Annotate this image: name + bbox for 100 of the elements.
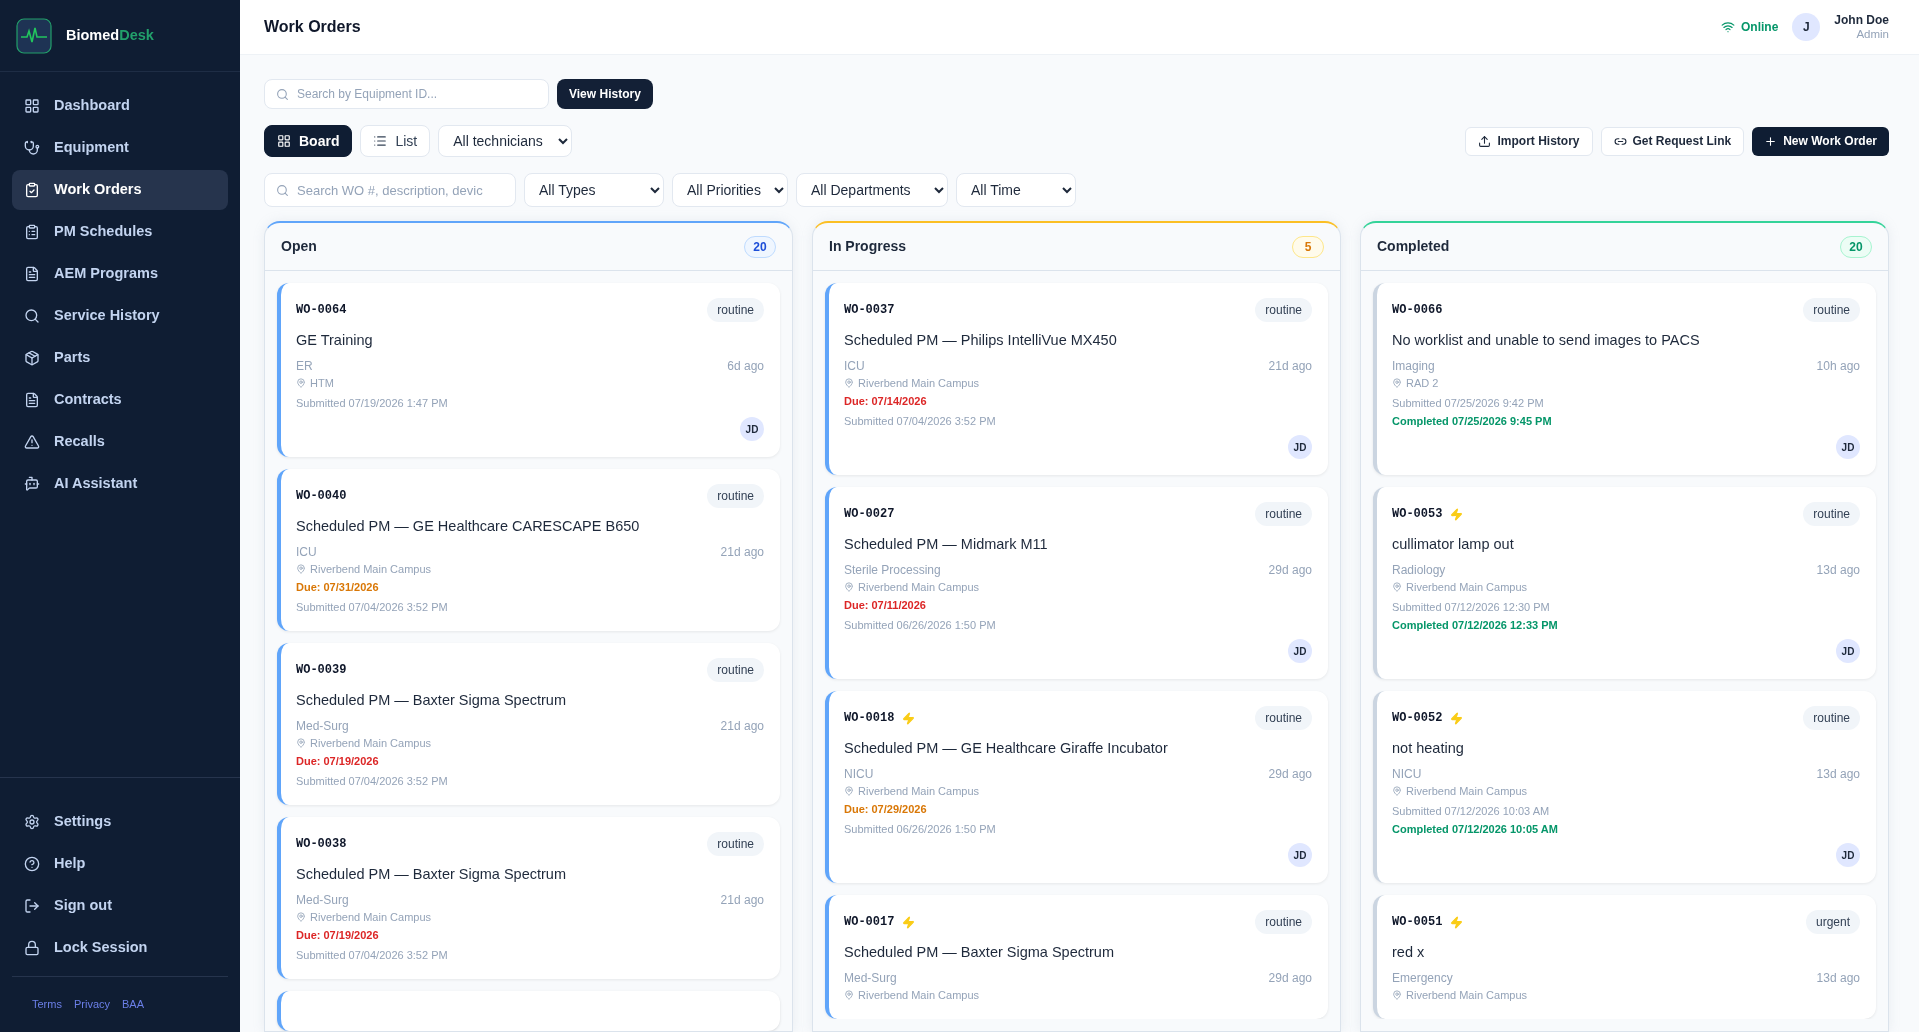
work-order-card[interactable]: WO-0052 routine not heating NICU 13d ago Riverbend Main Campus Submitted 07/12/2026 10:03 AM Completed 07/12/2026 10:05 AM JD (1373, 691, 1876, 883)
work-order-card[interactable]: WO-0066 routine No worklist and unable to send images to PACS Imaging 10h ago RAD 2 Submitted 07/25/2026 9:42 PM Completed 07/25/2026 9:45 PM JD (1373, 283, 1876, 475)
submitted-text: Submitted 07/25/2026 9:42 PM (1392, 396, 1544, 411)
work-order-card[interactable]: WO-0017 routine Scheduled PM — Baxter Sigma Spectrum Med-Surg 29d ago Riverbend Main Campus (825, 895, 1328, 1019)
nav-item[interactable]: Lock Session (12, 928, 228, 968)
work-order-card[interactable] (277, 991, 780, 1031)
work-order-card[interactable]: WO-0053 routine cullimator lamp out Radiology 13d ago Riverbend Main Campus Submitted 07/12/2026 12:30 PM Completed 07/12/2026 12:33 PM JD (1373, 487, 1876, 679)
clipboard-icon (24, 182, 40, 198)
filter-dropdown[interactable]: All Types (524, 173, 664, 207)
priority-tag: routine (707, 484, 764, 508)
work-order-title: Scheduled PM — Baxter Sigma Spectrum (296, 865, 567, 884)
nav-item[interactable]: Contracts (12, 380, 228, 420)
action-button[interactable]: Get Request Link (1600, 126, 1745, 156)
technician-dropdown[interactable]: All technicians (438, 125, 573, 157)
work-order-card[interactable]: WO-0018 routine Scheduled PM — GE Healthcare Giraffe Incubator NICU 29d ago Riverbend Main Campus Due: 07/29/2026 Submitted 06/26/2026 1:50 PM JD (825, 691, 1328, 883)
priority-tag: routine (1255, 706, 1312, 730)
work-order-card[interactable]: WO-0040 routine Scheduled PM — GE Healthcare CARESCAPE B650 ICU 21d ago Riverbend Main Campus Due: 07/31/2026 Submitted 07/04/2026 3:52 PM (277, 469, 780, 631)
assignee-avatar: JD (1288, 435, 1312, 459)
submitted-text: Submitted 07/12/2026 12:30 PM (1392, 600, 1550, 615)
work-order-id: WO-0064 (296, 302, 347, 319)
nav-item[interactable]: Work Orders (12, 170, 228, 210)
work-order-card[interactable]: WO-0039 routine Scheduled PM — Baxter Sigma Spectrum Med-Surg 21d ago Riverbend Main Campus Due: 07/19/2026 Submitted 07/04/2026 3:52 PM (277, 643, 780, 805)
nav-item[interactable]: Help (12, 844, 228, 884)
department-text: NICU (1392, 766, 1422, 783)
user-role: Admin (1856, 27, 1889, 41)
work-order-id: WO-0027 (844, 506, 895, 523)
location-text: Riverbend Main Campus (1406, 988, 1528, 1003)
filter-dropdown[interactable]: All Time (956, 173, 1076, 207)
document-icon (24, 266, 40, 282)
view-toggle-tab[interactable]: List (360, 125, 431, 157)
due-date: Due: 07/11/2026 (844, 598, 926, 613)
assignee-avatar: JD (1836, 435, 1860, 459)
work-order-title: Scheduled PM — Midmark M11 (844, 535, 1049, 554)
search-icon (276, 87, 289, 101)
footer-link[interactable]: Terms (32, 996, 62, 1013)
priority-tag: routine (1803, 298, 1860, 322)
submitted-text: Submitted 07/04/2026 3:52 PM (296, 600, 448, 615)
work-order-card[interactable]: WO-0037 routine Scheduled PM — Philips IntelliVue MX450 ICU 21d ago Riverbend Main Campus Due: 07/14/2026 Submitted 07/04/2026 3:52 PM JD (825, 283, 1328, 475)
submitted-text: Submitted 07/12/2026 10:03 AM (1392, 804, 1550, 819)
due-date: Due: 07/19/2026 (296, 928, 379, 943)
nav-item[interactable]: Parts (12, 338, 228, 378)
wifi-icon (1721, 20, 1735, 34)
assignee-avatar: JD (1836, 639, 1860, 663)
work-order-title: not heating (1392, 739, 1465, 758)
user-name: John Doe (1834, 13, 1889, 27)
nav-item[interactable]: Sign out (12, 886, 228, 926)
location-pin-icon (296, 912, 306, 922)
department-text: NICU (844, 766, 874, 783)
equipment-search-field[interactable]: Search by Equipment ID... (264, 79, 549, 109)
department-text: ICU (844, 358, 865, 375)
department-text: Med-Surg (296, 718, 349, 735)
action-button[interactable]: Import History (1465, 126, 1593, 156)
location-text: Riverbend Main Campus (310, 562, 432, 577)
nav-item[interactable]: Dashboard (12, 86, 228, 126)
work-order-search-field[interactable]: Search WO #, description, devic (264, 173, 516, 207)
filter-dropdown[interactable]: All Departments (796, 173, 948, 207)
location-pin-icon (1392, 378, 1402, 388)
action-button[interactable]: New Work Order (1752, 126, 1889, 156)
location-pin-icon (1392, 582, 1402, 592)
grid-icon (277, 134, 291, 148)
location-text: Riverbend Main Campus (858, 784, 980, 799)
nav-item[interactable]: Settings (12, 802, 228, 842)
work-order-id: WO-0053 (1392, 506, 1443, 523)
submitted-text: Submitted 07/04/2026 3:52 PM (844, 414, 996, 429)
nav-item[interactable]: AI Assistant (12, 464, 228, 504)
bot-icon (24, 476, 40, 492)
nav-item[interactable]: PM Schedules (12, 212, 228, 252)
age-text: 6d ago (727, 358, 764, 375)
due-date: Due: 07/14/2026 (844, 394, 927, 409)
work-order-card[interactable]: WO-0027 routine Scheduled PM — Midmark M11 Sterile Processing 29d ago Riverbend Main Campus Due: 07/11/2026 Submitted 06/26/2026 1:50 PM JD (825, 487, 1328, 679)
work-order-card[interactable]: WO-0038 routine Scheduled PM — Baxter Sigma Spectrum Med-Surg 21d ago Riverbend Main Campus Due: 07/19/2026 Submitted 07/04/2026 3:52 PM (277, 817, 780, 979)
department-text: Med-Surg (296, 892, 349, 909)
assignee-avatar: JD (1836, 843, 1860, 867)
footer-link[interactable]: Privacy (73, 996, 110, 1013)
work-order-id: WO-0039 (296, 662, 347, 679)
clipboard-list-icon (24, 224, 40, 240)
view-history-button[interactable]: View History (557, 79, 653, 109)
filter-dropdown[interactable]: All Priorities (672, 173, 788, 207)
nav-item[interactable]: Service History (12, 296, 228, 336)
age-text: 10h ago (1816, 358, 1860, 375)
work-order-id: WO-0037 (844, 302, 895, 319)
location-text: Riverbend Main Campus (858, 988, 980, 1003)
footer-link[interactable]: BAA (122, 996, 145, 1013)
submitted-text: Submitted 07/04/2026 3:52 PM (296, 948, 448, 963)
work-order-card[interactable]: WO-0064 routine GE Training ER 6d ago HTM Submitted 07/19/2026 1:47 PM JD (277, 283, 780, 457)
department-text: ER (296, 358, 313, 375)
upload-icon (1478, 134, 1492, 148)
age-text: 21d ago (1268, 358, 1312, 375)
work-order-card[interactable]: WO-0051 urgent red x Emergency 13d ago Riverbend Main Campus (1373, 895, 1876, 1019)
location-text: Riverbend Main Campus (1406, 784, 1528, 799)
nav-item[interactable]: AEM Programs (12, 254, 228, 294)
work-order-title: Scheduled PM — GE Healthcare Giraffe Incubator (844, 739, 1169, 758)
work-order-title: GE Training (296, 331, 374, 350)
column-count: 20 (1840, 235, 1872, 258)
view-toggle-tab[interactable]: Board (264, 125, 353, 157)
work-order-id: WO-0066 (1392, 302, 1443, 319)
work-order-title: cullimator lamp out (1392, 535, 1515, 554)
location-pin-icon (844, 786, 854, 796)
nav-item[interactable]: Equipment (12, 128, 228, 168)
nav-item[interactable]: Recalls (12, 422, 228, 462)
